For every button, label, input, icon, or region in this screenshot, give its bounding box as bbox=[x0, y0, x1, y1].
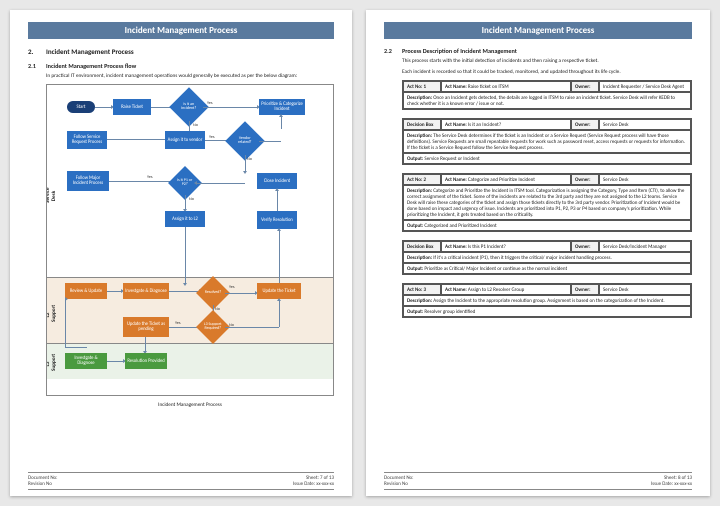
heading-2-1: 2.1Incident Management Process flow bbox=[28, 62, 334, 70]
table-decision-1: Decision Box Act Name: Is it an Incident… bbox=[402, 118, 692, 165]
node-investigate-l2: Investgate & Diagnose bbox=[123, 283, 169, 299]
node-resolution-provided: Resolution Provided bbox=[125, 353, 167, 369]
node-prioritize: Prioritize & Categorize Incident bbox=[259, 99, 305, 115]
title-bar: Incident Management Process bbox=[28, 22, 334, 39]
flowchart-caption: Incident Management Process bbox=[46, 402, 334, 408]
table-act-1: Act No: 1 Act Name: Raise ticket on ITSM… bbox=[402, 80, 692, 110]
intro-paragraph: In practical IT environment, incident ma… bbox=[46, 73, 334, 80]
table-act-3: Act No: 3 Act Name: Assign to L2 Resolve… bbox=[402, 283, 692, 318]
heading-2: 2.Incident Management Process bbox=[28, 47, 334, 56]
node-start: Start bbox=[67, 101, 95, 113]
node-review-update: Review & Update bbox=[65, 283, 107, 299]
intro-2: Each incident is recorded so that it cou… bbox=[402, 69, 692, 76]
page-right: Incident Management Process 2.2Process D… bbox=[366, 10, 710, 496]
flowchart: Service Desk L2 Support L3 Support Start… bbox=[46, 84, 334, 396]
node-update-ticket: Update the Ticket bbox=[257, 283, 301, 299]
node-assign-vendor: Assign it to vendor bbox=[165, 131, 205, 149]
intro-1: This process starts with the initial det… bbox=[402, 58, 692, 65]
node-pending: Update the Ticket as pending bbox=[123, 317, 169, 337]
node-close-incident: Close Incident bbox=[257, 173, 297, 189]
table-act-2: Act No: 2 Act Name: Categorize and Prior… bbox=[402, 173, 692, 232]
lane-label-servicedesk: Service Desk bbox=[46, 189, 57, 203]
node-verify: Verify Resolution bbox=[257, 211, 297, 229]
title-bar: Incident Management Process bbox=[384, 22, 692, 39]
node-assign-l2: Assign it to L2 bbox=[165, 211, 205, 227]
page-footer: Document No:Sheet: 8 of 13 Revision No I… bbox=[384, 472, 692, 490]
node-investigate-l3: Investgate & Diagnose bbox=[65, 353, 107, 369]
page-title: Incident Management Process bbox=[125, 25, 238, 36]
node-follow-major: Follow Major Incident Process bbox=[67, 171, 109, 191]
node-raise-ticket: Raise Ticket bbox=[113, 99, 151, 115]
page-left: Incident Management Process 2.Incident M… bbox=[10, 10, 352, 496]
node-follow-sr: Follow Service Request Process bbox=[67, 131, 107, 149]
lane-label-l3: L3 Support bbox=[46, 357, 57, 371]
heading-2-2: 2.2Process Description of Incident Manag… bbox=[384, 47, 692, 55]
lane-label-l2: L2 Support bbox=[46, 308, 57, 322]
page-footer: Document No:Sheet: 7 of 13 Revision No I… bbox=[28, 472, 334, 490]
table-decision-2: Decision Box Act Name: Is this P1 Incide… bbox=[402, 240, 692, 275]
page-title: Incident Management Process bbox=[482, 25, 595, 36]
